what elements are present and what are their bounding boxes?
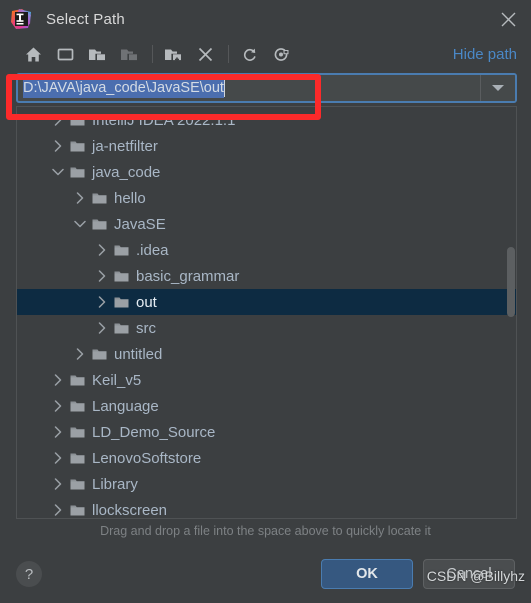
folder-up-icon[interactable] xyxy=(86,43,108,65)
tree-row-label: .idea xyxy=(136,241,169,259)
toolbar-separator xyxy=(228,45,229,63)
tree-row[interactable]: untitled xyxy=(17,341,516,367)
directory-tree[interactable]: JAVAIntelliJ IDEA 2022.1.1ja-netfilterja… xyxy=(16,106,517,519)
tree-row-label: IntelliJ IDEA 2022.1.1 xyxy=(92,111,236,129)
dialog-button-bar: ? OK Cancel xyxy=(0,545,531,603)
folder-icon xyxy=(67,504,87,517)
folder-icon xyxy=(67,478,87,491)
folder-icon xyxy=(67,140,87,153)
tree-row-label: java_code xyxy=(92,163,161,181)
tree-row[interactable]: LenovoSoftstore xyxy=(17,445,516,471)
dialog-titlebar: Select Path xyxy=(0,0,531,38)
tree-scrollbar[interactable] xyxy=(506,107,516,518)
tree-row[interactable]: JavaSE xyxy=(17,211,516,237)
tree-row-label: LenovoSoftstore xyxy=(92,449,202,467)
tree-row-label: hello xyxy=(114,189,146,207)
tree-row[interactable]: ja-netfilter xyxy=(17,133,516,159)
folder-icon xyxy=(89,218,109,231)
folder-icon xyxy=(89,348,109,361)
page-title: Select Path xyxy=(46,10,125,28)
text-caret xyxy=(223,79,225,97)
chevron-right-icon[interactable] xyxy=(49,478,67,490)
tree-row[interactable]: Language xyxy=(17,393,516,419)
folder-icon xyxy=(67,452,87,465)
chevron-right-icon[interactable] xyxy=(49,452,67,464)
tree-row[interactable]: Library xyxy=(17,471,516,497)
chevron-right-icon[interactable] xyxy=(49,374,67,386)
tree-body: JAVAIntelliJ IDEA 2022.1.1ja-netfilterja… xyxy=(17,107,516,519)
tree-scrollbar-thumb[interactable] xyxy=(507,246,515,317)
chevron-right-icon[interactable] xyxy=(49,114,67,126)
refresh-icon[interactable] xyxy=(238,43,260,65)
tree-row[interactable]: basic_grammar xyxy=(17,263,516,289)
tree-row[interactable]: LD_Demo_Source xyxy=(17,419,516,445)
help-button[interactable]: ? xyxy=(16,561,42,587)
delete-icon[interactable] xyxy=(194,43,216,65)
home-icon[interactable] xyxy=(22,43,44,65)
tree-row-label: Library xyxy=(92,475,138,493)
chevron-right-icon[interactable] xyxy=(49,504,67,516)
chevron-right-icon[interactable] xyxy=(93,322,111,334)
close-icon[interactable] xyxy=(485,0,531,38)
drag-drop-hint: Drag and drop a file into the space abov… xyxy=(100,524,431,538)
folder-icon xyxy=(118,43,140,65)
folder-icon xyxy=(89,192,109,205)
folder-icon xyxy=(111,322,131,335)
folder-icon xyxy=(111,296,131,309)
folder-icon xyxy=(67,426,87,439)
show-hidden-icon[interactable] xyxy=(270,43,292,65)
folder-icon xyxy=(67,400,87,413)
tree-row-label: ja-netfilter xyxy=(92,137,158,155)
tree-row[interactable]: .idea xyxy=(17,237,516,263)
chevron-down-icon[interactable] xyxy=(49,168,67,177)
tree-row[interactable]: llockscreen xyxy=(17,497,516,519)
desktop-icon[interactable] xyxy=(54,43,76,65)
folder-icon xyxy=(67,166,87,179)
tree-row[interactable]: src xyxy=(17,315,516,341)
chevron-right-icon[interactable] xyxy=(93,244,111,256)
ok-button[interactable]: OK xyxy=(321,559,413,589)
chevron-right-icon[interactable] xyxy=(93,296,111,308)
tree-row-label: src xyxy=(136,319,156,337)
chevron-down-icon[interactable] xyxy=(71,220,89,229)
chevron-right-icon[interactable] xyxy=(49,426,67,438)
folder-icon xyxy=(67,374,87,387)
tree-row-label: basic_grammar xyxy=(136,267,240,285)
chevron-right-icon[interactable] xyxy=(71,348,89,360)
tree-row-label: LD_Demo_Source xyxy=(92,423,216,441)
file-chooser-toolbar: Hide path xyxy=(0,38,531,70)
chevron-right-icon[interactable] xyxy=(49,400,67,412)
new-folder-icon[interactable] xyxy=(162,43,184,65)
tree-row-label: llockscreen xyxy=(92,501,168,519)
intellij-idea-icon xyxy=(10,8,32,30)
folder-icon xyxy=(111,270,131,283)
hide-path-link[interactable]: Hide path xyxy=(453,46,517,63)
tree-row-label: JavaSE xyxy=(114,215,166,233)
path-combo[interactable]: D:\JAVA\java_code\JavaSE\out xyxy=(16,73,517,103)
tree-row[interactable]: IntelliJ IDEA 2022.1.1 xyxy=(17,107,516,133)
tree-row[interactable]: hello xyxy=(17,185,516,211)
toolbar-separator xyxy=(152,45,153,63)
tree-row[interactable]: java_code xyxy=(17,159,516,185)
chevron-down-icon[interactable] xyxy=(480,75,515,101)
tree-row-label: untitled xyxy=(114,345,163,363)
dialog-actions: OK Cancel xyxy=(321,559,515,589)
tree-row-label: out xyxy=(136,293,157,311)
tree-row-label: Language xyxy=(92,397,159,415)
tree-row[interactable]: Keil_v5 xyxy=(17,367,516,393)
folder-icon xyxy=(111,244,131,257)
chevron-right-icon[interactable] xyxy=(49,140,67,152)
chevron-right-icon[interactable] xyxy=(93,270,111,282)
tree-row[interactable]: out xyxy=(17,289,516,315)
chevron-right-icon[interactable] xyxy=(71,192,89,204)
path-input[interactable]: D:\JAVA\java_code\JavaSE\out xyxy=(18,75,480,101)
cancel-button[interactable]: Cancel xyxy=(423,559,515,589)
tree-row-label: Keil_v5 xyxy=(92,371,142,389)
folder-icon xyxy=(67,114,87,127)
path-input-value: D:\JAVA\java_code\JavaSE\out xyxy=(23,78,224,98)
